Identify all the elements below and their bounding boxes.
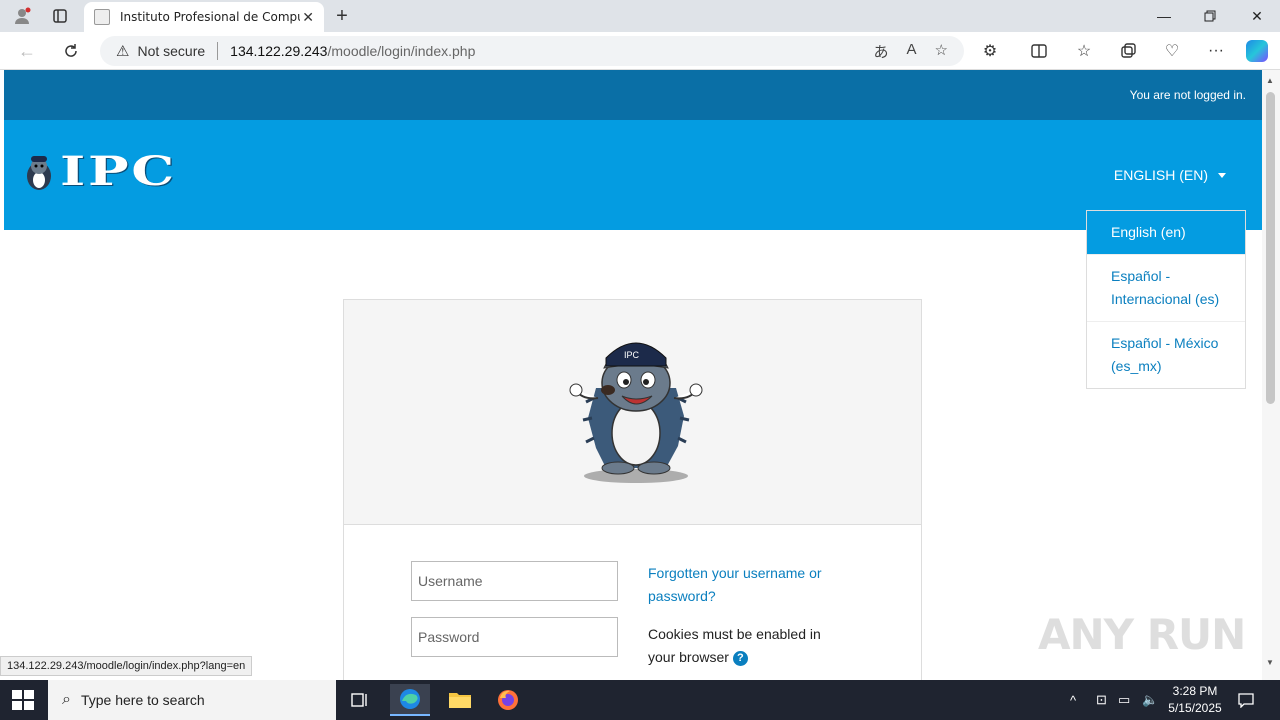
forgot-password-link[interactable]: Forgotten your username or password? (648, 562, 848, 608)
favicon-icon (94, 9, 110, 25)
page-scrollbar[interactable]: ▲ ▼ (1262, 70, 1280, 680)
close-window-icon[interactable]: ✕ (1234, 0, 1280, 32)
new-tab-icon[interactable]: + (330, 4, 354, 28)
url-path: /moodle/login/index.php (327, 43, 476, 59)
url-host: 134.122.29.243 (230, 43, 328, 59)
warning-icon: ⚠ (116, 43, 130, 60)
help-icon[interactable]: ? (732, 650, 748, 666)
username-input[interactable] (411, 561, 618, 601)
refresh-icon[interactable] (58, 39, 84, 63)
volume-icon[interactable]: 🔈 (1142, 680, 1158, 720)
favorite-star-icon[interactable]: ☆ (935, 41, 948, 62)
profile-icon[interactable] (10, 4, 34, 28)
scroll-up-icon[interactable]: ▲ (1266, 76, 1274, 85)
notifications-icon[interactable] (1238, 680, 1254, 720)
search-icon: ⌕ (62, 691, 71, 708)
collections-icon[interactable] (1116, 40, 1140, 62)
network-icon[interactable]: ▭ (1118, 680, 1130, 720)
show-hidden-icons[interactable]: ^ (1070, 680, 1076, 720)
more-menu-icon[interactable]: ··· (1204, 40, 1228, 62)
extensions-icon[interactable]: ⚙ (978, 40, 1002, 62)
status-bar-url: 134.122.29.243/moodle/login/index.php?la… (0, 656, 253, 676)
translate-icon[interactable]: あ (874, 41, 889, 62)
tray-app-icon[interactable]: ⊡ (1096, 680, 1107, 720)
split-screen-icon[interactable] (1027, 40, 1051, 62)
login-status: You are not logged in. (1129, 88, 1246, 102)
windows-start-icon[interactable] (12, 690, 34, 710)
tab-actions-icon[interactable] (48, 4, 72, 28)
password-input[interactable] (411, 617, 618, 657)
watermark: ANY RUN (1038, 610, 1246, 659)
taskbar: ⌕ Type here to search ^ ⊡ ▭ 🔈 3:28 PM 5/… (0, 680, 1280, 720)
browser-tab-bar: Instituto Profesional de Computa ✕ + — ✕ (0, 0, 1280, 32)
taskbar-search-placeholder: Type here to search (80, 692, 205, 708)
file-explorer-icon[interactable] (440, 684, 480, 716)
back-icon[interactable]: ← (14, 39, 40, 63)
active-tab[interactable]: Instituto Profesional de Computa ✕ (84, 2, 324, 32)
logo-text: IPC (60, 148, 177, 195)
task-view-icon[interactable] (340, 684, 380, 716)
url-box[interactable]: ⚠ Not secure 134.122.29.243/moodle/login… (100, 36, 964, 66)
language-dropdown-toggle[interactable]: ENGLISH (EN) (1114, 167, 1226, 183)
language-option-es[interactable]: Español - Internacional (es) (1087, 255, 1245, 322)
language-option-es-mx[interactable]: Español - México (es_mx) (1087, 322, 1245, 388)
address-bar-row: ← ⚠ Not secure 134.122.29.243/moodle/log… (0, 32, 1280, 70)
scroll-down-icon[interactable]: ▼ (1266, 658, 1274, 667)
logo-mascot-icon (27, 155, 51, 190)
mascot-cap-text: IPC (624, 350, 640, 360)
scroll-thumb[interactable] (1266, 92, 1275, 404)
login-card: IPC Forgotten your username or password?… (343, 299, 922, 680)
cookies-notice: Cookies must be enabled in your browser … (648, 623, 848, 669)
read-aloud-icon[interactable]: A (907, 41, 917, 62)
close-tab-icon[interactable]: ✕ (302, 9, 314, 26)
site-header: IPC ENGLISH (EN) (4, 120, 1262, 230)
login-card-banner: IPC (344, 300, 921, 525)
taskbar-search[interactable]: ⌕ Type here to search (48, 680, 336, 720)
language-option-en[interactable]: English (en) (1087, 211, 1245, 255)
favorites-icon[interactable]: ☆ (1072, 40, 1096, 62)
restore-icon[interactable] (1187, 0, 1233, 32)
clock[interactable]: 3:28 PM 5/15/2025 (1160, 683, 1230, 717)
tab-title: Instituto Profesional de Computa (120, 10, 300, 24)
minimize-icon[interactable]: — (1141, 0, 1187, 32)
clock-time: 3:28 PM (1172, 684, 1218, 698)
copilot-icon[interactable] (1245, 40, 1269, 62)
page-viewport: You are not logged in. IPC ENGLISH (EN) … (4, 70, 1262, 680)
language-menu: English (en) Español - Internacional (es… (1086, 210, 1246, 389)
url-separator (217, 42, 219, 60)
language-toggle-label: ENGLISH (EN) (1113, 167, 1208, 183)
firefox-icon[interactable] (488, 684, 528, 716)
not-secure-label[interactable]: Not secure (137, 43, 205, 59)
caret-down-icon (1218, 172, 1226, 178)
mascot-image: IPC (569, 342, 703, 483)
browser-essentials-icon[interactable]: ♡ (1160, 40, 1184, 62)
clock-date: 5/15/2025 (1168, 701, 1222, 715)
site-logo[interactable]: IPC (22, 148, 174, 195)
edge-app-icon[interactable] (390, 684, 430, 716)
top-navbar: You are not logged in. (4, 70, 1262, 120)
